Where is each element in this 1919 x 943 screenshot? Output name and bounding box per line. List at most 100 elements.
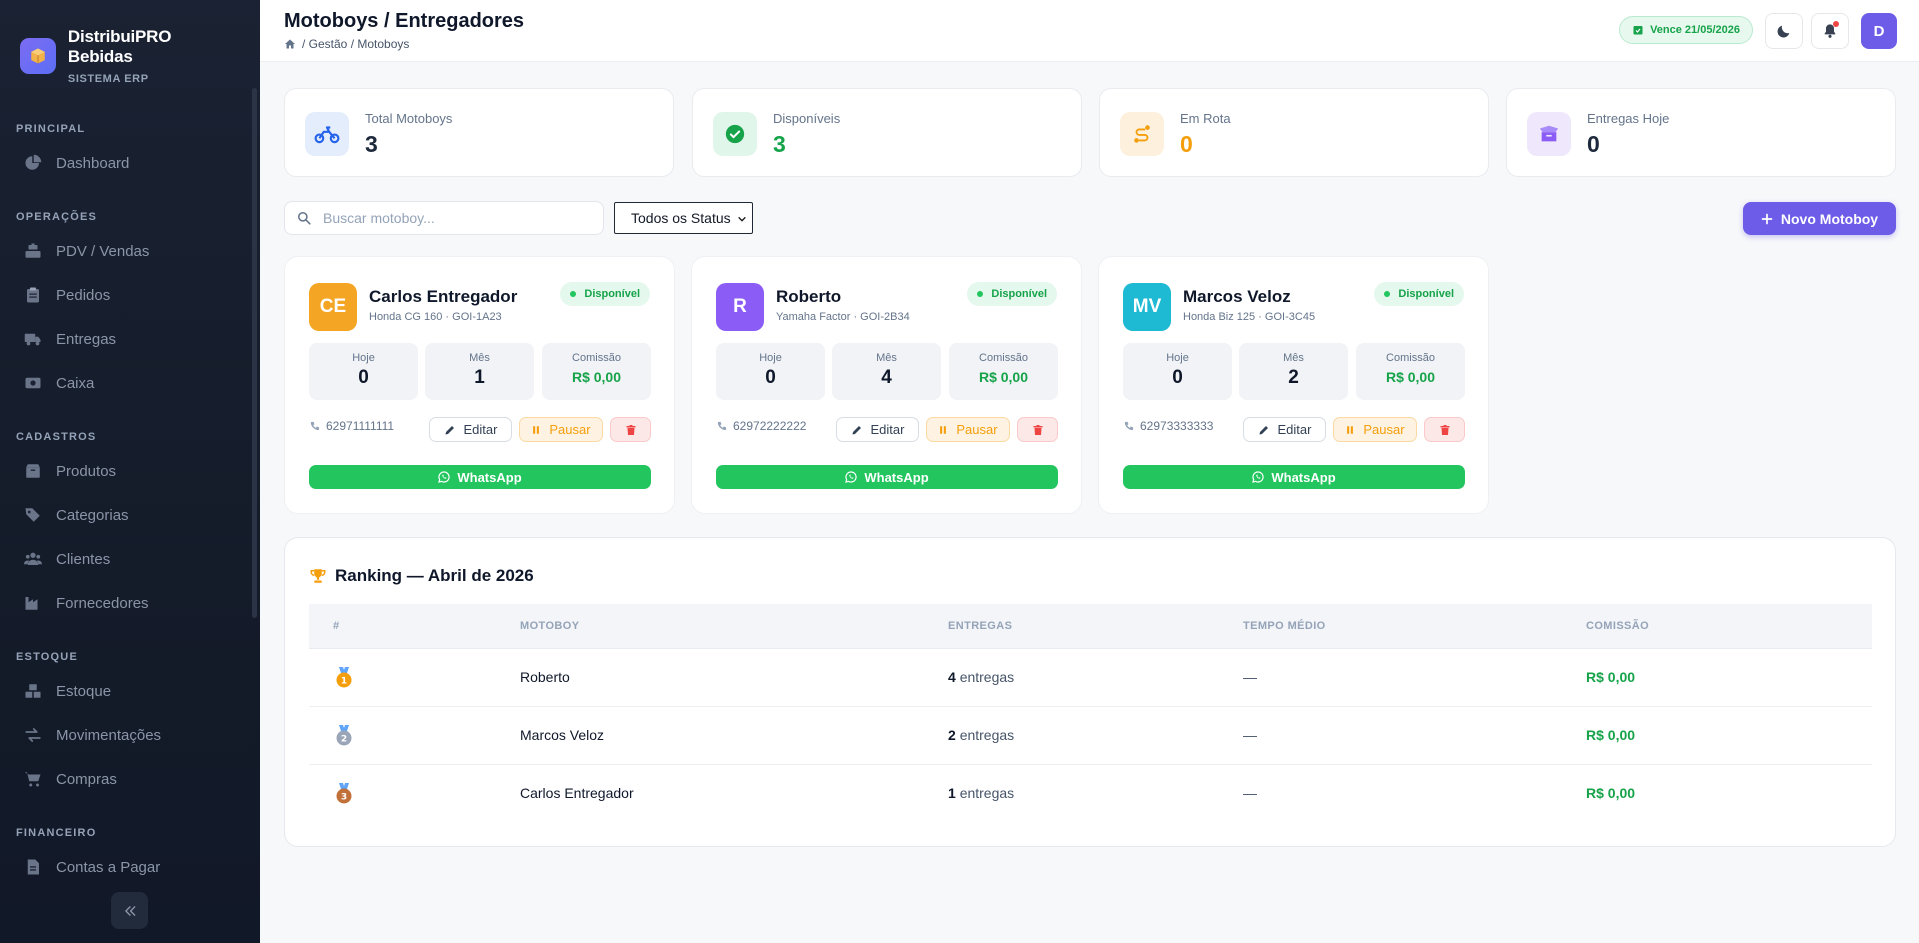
chevrons-left-icon bbox=[124, 905, 135, 916]
sidebar-item-label: PDV / Vendas bbox=[56, 242, 150, 260]
edit-button[interactable]: Editar bbox=[836, 417, 919, 442]
stat-month-value: 1 bbox=[474, 367, 485, 388]
column-header-deliveries[interactable]: ENTREGAS bbox=[948, 620, 1012, 632]
sidebar-item-movimentacoes[interactable]: Movimentações bbox=[0, 713, 252, 757]
whatsapp-button[interactable]: WhatsApp bbox=[309, 465, 651, 489]
sidebar-item-label: Contas a Pagar bbox=[56, 858, 161, 876]
sidebar-item-dashboard[interactable]: Dashboard bbox=[0, 141, 252, 185]
stat-commission-label: Comissão bbox=[979, 352, 1028, 364]
stat-commission: Comissão R$ 0,00 bbox=[542, 343, 651, 400]
sidebar-item-compras[interactable]: Compras bbox=[0, 757, 252, 801]
stat-value: 0 bbox=[1180, 131, 1193, 157]
box-logo-icon bbox=[20, 38, 56, 74]
whatsapp-button[interactable]: WhatsApp bbox=[1123, 465, 1465, 489]
sidebar-item-label: Caixa bbox=[56, 374, 95, 392]
clipboard-icon bbox=[27, 287, 39, 303]
pause-button[interactable]: Pausar bbox=[1333, 417, 1417, 442]
courier-name: Marcos Veloz bbox=[1183, 287, 1291, 306]
stat-month-label: Mês bbox=[1283, 352, 1304, 364]
trophy-icon bbox=[310, 569, 326, 583]
stat-card-deliveries-today: Entregas Hoje 0 bbox=[1506, 88, 1896, 177]
moon-icon bbox=[1777, 25, 1790, 38]
deliveries-count: 2 entregas bbox=[948, 727, 1014, 743]
status-text: Disponível bbox=[991, 288, 1047, 300]
expiry-badge: Vence 21/05/2026 bbox=[1619, 16, 1753, 44]
column-header-avg-time[interactable]: TEMPO MÉDIO bbox=[1243, 620, 1326, 632]
status-filter-select[interactable]: Todos os Status bbox=[614, 202, 753, 234]
stat-commission-value: R$ 0,00 bbox=[571, 369, 622, 385]
pause-button[interactable]: Pausar bbox=[926, 417, 1010, 442]
brand[interactable]: DistribuiPRO Bebidas SISTEMA ERP bbox=[0, 0, 260, 88]
commission-value: R$ 0,00 bbox=[1586, 669, 1636, 685]
chevron-down-icon bbox=[738, 216, 746, 222]
sidebar-item-pedidos[interactable]: Pedidos bbox=[0, 273, 252, 317]
column-header-courier[interactable]: MOTOBOY bbox=[520, 620, 579, 632]
sidebar: DistribuiPRO Bebidas SISTEMA ERP PRINCIP… bbox=[0, 0, 260, 943]
sidebar-item-label: Movimentações bbox=[56, 726, 162, 744]
nav-section-operacoes: OPERAÇÕES bbox=[16, 211, 98, 223]
sidebar-item-fornecedores[interactable]: Fornecedores bbox=[0, 581, 252, 625]
stat-month-label: Mês bbox=[876, 352, 897, 364]
sidebar-item-contas-a-pagar[interactable]: Contas a Pagar bbox=[0, 845, 252, 889]
courier-card: MV Marcos Veloz Honda Biz 125 · GOI-3C45… bbox=[1098, 256, 1489, 514]
pause-button[interactable]: Pausar bbox=[519, 417, 603, 442]
sidebar-item-categorias[interactable]: Categorias bbox=[0, 493, 252, 537]
expiry-text: Vence 21/05/2026 bbox=[1650, 24, 1740, 36]
column-header-rank[interactable]: # bbox=[333, 620, 340, 632]
deliveries-number: 1 bbox=[948, 785, 956, 801]
cash-register-icon bbox=[25, 243, 41, 258]
status-badge: Disponível bbox=[560, 282, 650, 306]
table-row[interactable]: 1 Roberto 4 entregas — R$ 0,00 bbox=[309, 649, 1872, 707]
sidebar-item-produtos[interactable]: Produtos bbox=[0, 449, 252, 493]
sidebar-item-clientes[interactable]: Clientes bbox=[0, 537, 252, 581]
search-input[interactable] bbox=[323, 210, 573, 226]
table-row[interactable]: 3 Carlos Entregador 1 entregas — R$ 0,00 bbox=[309, 765, 1872, 823]
new-courier-label: Novo Motoboy bbox=[1780, 210, 1879, 227]
table-row[interactable]: 2 Marcos Veloz 2 entregas — R$ 0,00 bbox=[309, 707, 1872, 765]
courier-vehicle: Yamaha Factor · GOI-2B34 bbox=[776, 311, 910, 323]
courier-name: Marcos Veloz bbox=[520, 727, 605, 743]
sidebar-item-entregas[interactable]: Entregas bbox=[0, 317, 252, 361]
pie-chart-icon bbox=[25, 154, 42, 170]
theme-toggle-button[interactable] bbox=[1765, 13, 1803, 49]
sidebar-item-pdv[interactable]: PDV / Vendas bbox=[0, 229, 252, 273]
stat-month: Mês 4 bbox=[832, 343, 941, 400]
avatar[interactable]: D bbox=[1861, 13, 1897, 49]
edit-button[interactable]: Editar bbox=[429, 417, 512, 442]
column-header-commission[interactable]: COMISSÃO bbox=[1586, 620, 1649, 632]
status-dot-icon bbox=[1384, 291, 1391, 297]
pencil-icon bbox=[852, 425, 861, 434]
delete-button[interactable] bbox=[610, 417, 651, 442]
pause-label: Pausar bbox=[956, 422, 998, 437]
sidebar-item-label: Entregas bbox=[56, 330, 117, 348]
sidebar-item-caixa[interactable]: Caixa bbox=[0, 361, 252, 405]
sidebar-item-label: Produtos bbox=[56, 462, 117, 480]
sidebar-item-label: Dashboard bbox=[56, 154, 130, 172]
delete-button[interactable] bbox=[1017, 417, 1058, 442]
courier-avatar: MV bbox=[1123, 283, 1171, 331]
industry-icon bbox=[25, 597, 38, 610]
whatsapp-icon bbox=[845, 471, 857, 483]
search-icon bbox=[297, 211, 311, 225]
plus-icon bbox=[1761, 213, 1773, 224]
stat-commission-value: R$ 0,00 bbox=[1385, 369, 1436, 385]
deliveries-suffix: entregas bbox=[959, 727, 1015, 743]
home-icon[interactable] bbox=[284, 38, 296, 50]
box-open-icon bbox=[1527, 112, 1571, 156]
breadcrumb-path[interactable]: / Gestão / Motoboys bbox=[302, 37, 409, 51]
collapse-sidebar-button[interactable] bbox=[111, 892, 148, 929]
ranking-title-text: Ranking — Abril de 2026 bbox=[335, 566, 534, 585]
whatsapp-button[interactable]: WhatsApp bbox=[716, 465, 1058, 489]
edit-button[interactable]: Editar bbox=[1243, 417, 1326, 442]
notifications-button[interactable] bbox=[1811, 13, 1849, 49]
sidebar-scrollbar[interactable] bbox=[252, 88, 257, 618]
stat-commission: Comissão R$ 0,00 bbox=[949, 343, 1058, 400]
new-courier-button[interactable]: Novo Motoboy bbox=[1743, 202, 1896, 235]
edit-label: Editar bbox=[463, 422, 498, 437]
truck-icon bbox=[24, 333, 41, 346]
delete-button[interactable] bbox=[1424, 417, 1465, 442]
status-dot-icon bbox=[570, 291, 577, 297]
status-filter-value: Todos os Status bbox=[631, 210, 731, 226]
whatsapp-label: WhatsApp bbox=[457, 469, 522, 485]
sidebar-item-estoque[interactable]: Estoque bbox=[0, 669, 252, 713]
